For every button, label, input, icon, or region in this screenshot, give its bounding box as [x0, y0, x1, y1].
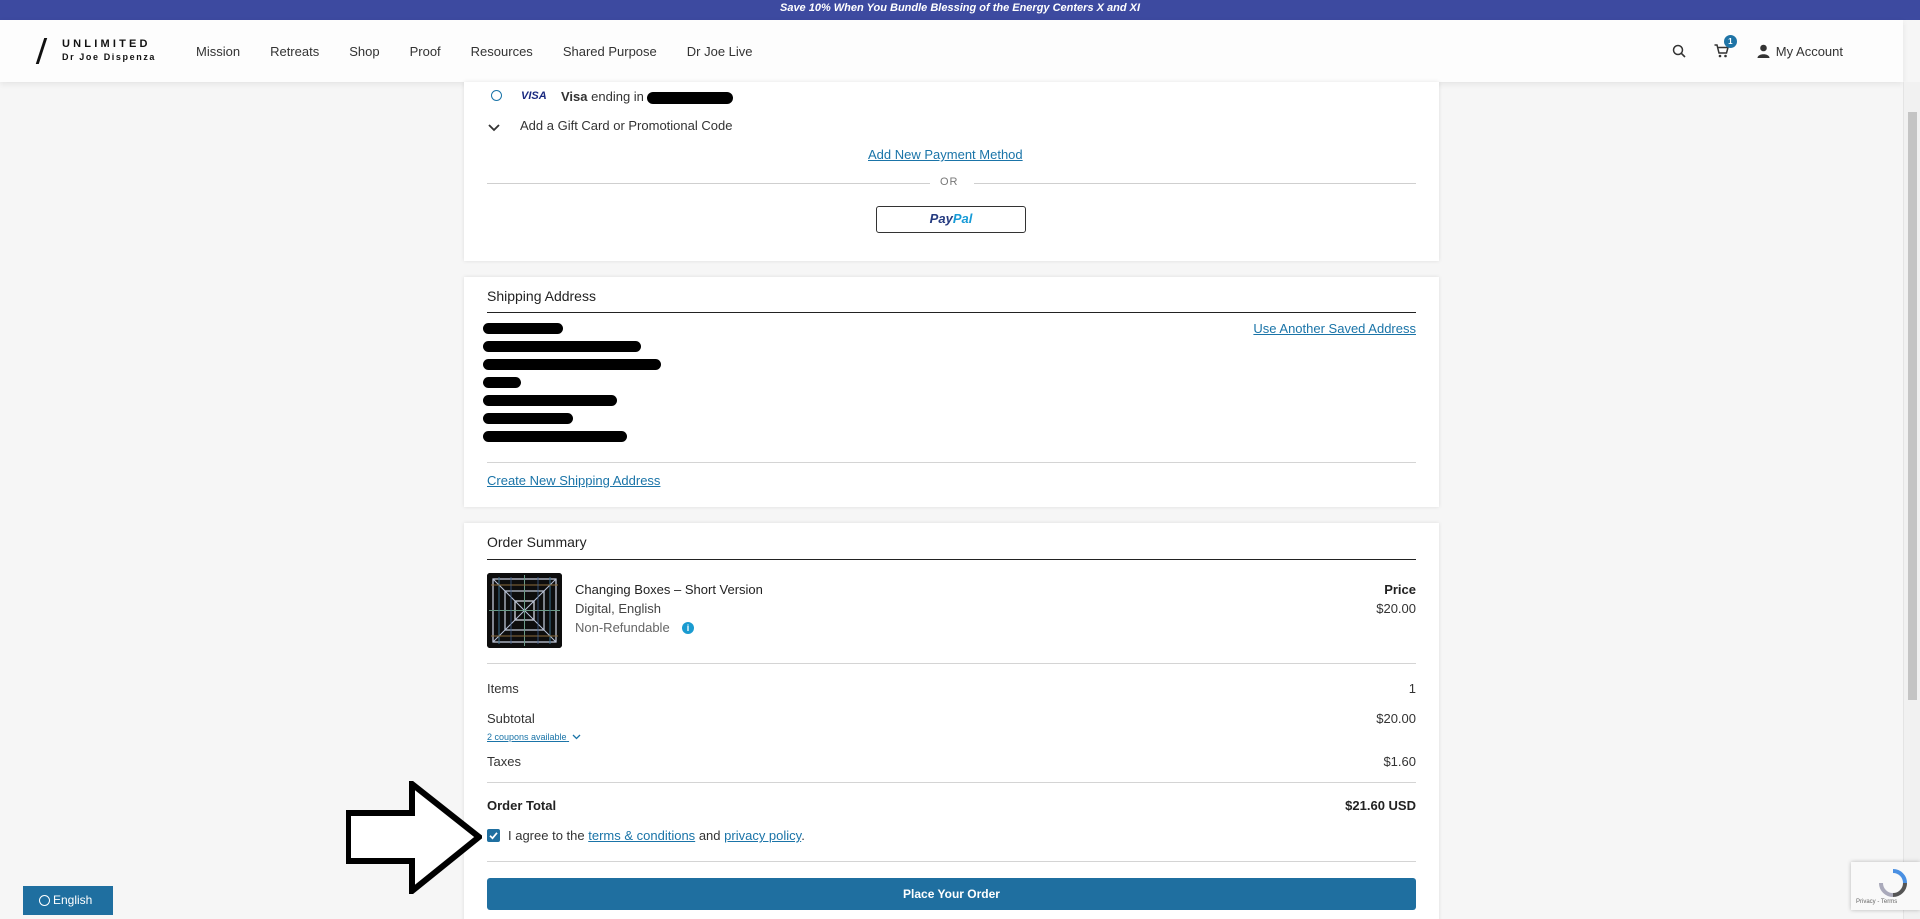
account-menu[interactable]: My Account [1757, 44, 1843, 59]
visa-ending: ending in [591, 89, 644, 104]
nav-shop[interactable]: Shop [349, 44, 379, 59]
items-label: Items [487, 681, 519, 696]
nav-proof[interactable]: Proof [410, 44, 441, 59]
visa-logo-icon: VISA [521, 90, 547, 102]
cart-count-badge: 1 [1723, 35, 1737, 48]
product-refund-policy: Non-Refundable [575, 620, 670, 635]
order-summary-card: Order Summary Changing Boxes – Short Ver… [464, 523, 1439, 919]
nav-resources[interactable]: Resources [471, 44, 533, 59]
account-label: My Account [1775, 43, 1843, 59]
items-value: 1 [1408, 681, 1416, 696]
site-header: UNLIMITED Dr Joe Dispenza Mission Retrea… [0, 20, 1903, 82]
nav-mission[interactable]: Mission [196, 44, 240, 59]
taxes-label: Taxes [487, 754, 521, 769]
site-logo[interactable]: UNLIMITED Dr Joe Dispenza [35, 36, 180, 68]
divider-left [487, 183, 930, 184]
agree-period: . [801, 828, 805, 843]
product-format: Digital, English [575, 601, 661, 616]
payment-method-card: VISA Visa ending in Add a Gift Card or P… [464, 82, 1439, 261]
add-payment-method-link[interactable]: Add New Payment Method [868, 147, 1023, 162]
header-actions: 1 My Account [1644, 20, 1843, 82]
order-title-rule [487, 559, 1416, 560]
divider-right [974, 183, 1416, 184]
redacted-card-number [647, 92, 733, 104]
shipping-title-rule [487, 312, 1416, 313]
recaptcha-links[interactable]: Privacy - Terms [1856, 899, 1897, 905]
nav-retreats[interactable]: Retreats [270, 44, 319, 59]
recaptcha-icon [1879, 869, 1907, 897]
language-label: English [53, 893, 93, 907]
order-total-label: Order Total [487, 798, 557, 813]
subtotal-value: $20.00 [1376, 711, 1416, 726]
recaptcha-badge[interactable]: Privacy - Terms [1851, 862, 1920, 910]
terms-agreement: I agree to the terms & conditions and pr… [508, 828, 805, 843]
visa-radio[interactable] [491, 90, 502, 101]
scrollbar-thumb[interactable] [1908, 112, 1917, 700]
or-separator: OR [940, 176, 959, 188]
promo-banner[interactable]: Save 10% When You Bundle Blessing of the… [0, 0, 1920, 20]
gift-card-toggle[interactable]: Add a Gift Card or Promotional Code [520, 118, 732, 133]
globe-icon [39, 895, 50, 906]
logo-line-2: Dr Joe Dispenza [62, 52, 157, 62]
taxes-value: $1.60 [1383, 754, 1416, 769]
place-order-button[interactable]: Place Your Order [487, 878, 1416, 910]
user-icon [1757, 44, 1770, 58]
visa-card-label: Visa ending in [561, 89, 644, 104]
terms-link[interactable]: terms & conditions [588, 828, 695, 843]
use-another-address-link[interactable]: Use Another Saved Address [1253, 321, 1416, 336]
nav-shared-purpose[interactable]: Shared Purpose [563, 44, 657, 59]
logo-line-1: UNLIMITED [62, 38, 151, 50]
nav-dr-joe-live[interactable]: Dr Joe Live [687, 44, 753, 59]
page-scrollbar[interactable] [1903, 82, 1920, 919]
price-label: Price [1384, 582, 1416, 597]
product-thumbnail[interactable] [487, 573, 562, 648]
totals-divider [487, 782, 1416, 783]
chevron-down-icon [572, 734, 581, 740]
logo-slash [35, 38, 48, 64]
subtotal-label: Subtotal [487, 711, 535, 726]
agree-and: and [698, 828, 721, 843]
privacy-link[interactable]: privacy policy [724, 828, 801, 843]
visa-brand: Visa [561, 89, 588, 104]
paypal-button[interactable]: PayPal [876, 206, 1026, 233]
product-name: Changing Boxes – Short Version [575, 582, 763, 597]
search-icon[interactable] [1672, 44, 1686, 58]
paypal-logo-part2: Pal [952, 211, 973, 226]
terms-checkbox[interactable] [487, 829, 500, 842]
shipping-title: Shipping Address [487, 288, 596, 304]
coupons-toggle[interactable]: 2 coupons available [487, 732, 581, 742]
create-shipping-address-link[interactable]: Create New Shipping Address [487, 473, 660, 488]
chevron-down-icon[interactable] [488, 119, 500, 137]
order-total-value: $21.60 USD [1345, 798, 1416, 813]
checkout-divider [487, 861, 1416, 862]
pointer-arrow-annotation [346, 781, 482, 894]
coupons-label: 2 coupons available [487, 732, 567, 742]
info-icon[interactable]: i [682, 622, 694, 634]
order-summary-title: Order Summary [487, 534, 587, 550]
main-nav: Mission Retreats Shop Proof Resources Sh… [196, 20, 783, 82]
cart-icon[interactable]: 1 [1714, 35, 1737, 58]
shipping-divider [487, 462, 1416, 463]
language-selector[interactable]: English [23, 886, 113, 915]
product-price: $20.00 [1376, 601, 1416, 616]
paypal-logo-part1: Pay [929, 211, 953, 226]
agree-prefix: I agree to the [508, 828, 585, 843]
product-divider [487, 663, 1416, 664]
shipping-address-card: Shipping Address Use Another Saved Addre… [464, 277, 1439, 507]
